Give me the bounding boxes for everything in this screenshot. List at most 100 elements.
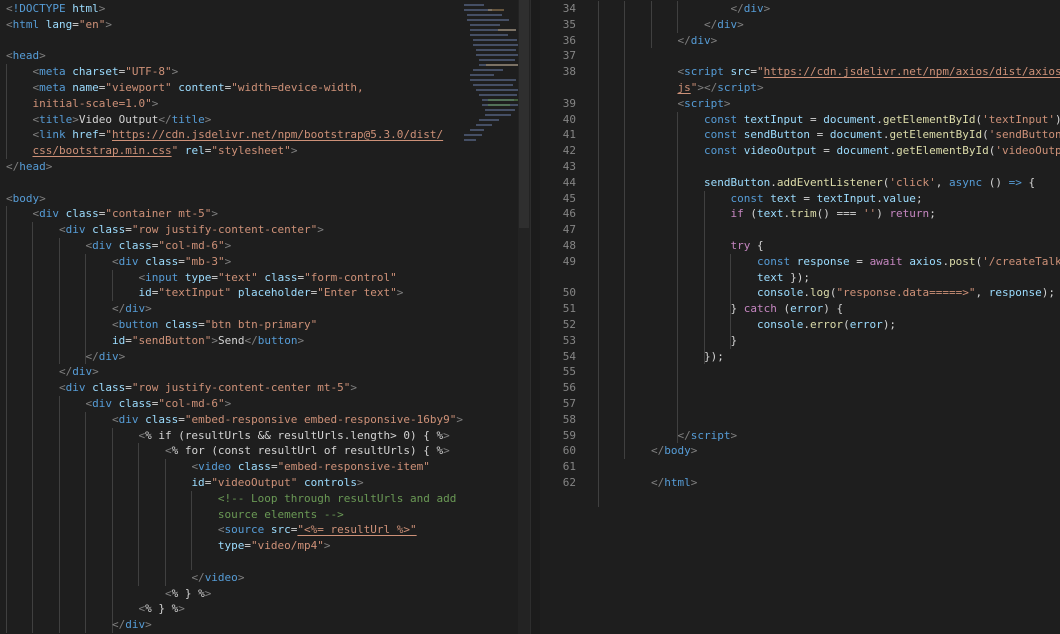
code-token: </ [650, 444, 665, 458]
code-line: <source src="<%= resultUrl %>" [6, 522, 417, 538]
code-token: href [72, 128, 99, 142]
code-token: </ [191, 570, 205, 584]
line-number: 55 [562, 365, 576, 379]
code-token: > [98, 2, 106, 15]
code-token: = [750, 65, 757, 79]
code-token: > [45, 160, 53, 173]
code-token: "sendButton" [131, 333, 212, 347]
code-token: </ [85, 349, 99, 363]
code-token: id [138, 286, 152, 300]
code-token: "Enter text" [317, 286, 397, 300]
code-token: https://cdn.jsdelivr.net/npm/bootstrap@5… [112, 128, 444, 142]
line-number [540, 270, 576, 286]
code-token: % } % [145, 602, 179, 616]
code-line: sendButton.addEventListener('click', asy… [598, 175, 1035, 191]
code-line: initial-scale=1.0"> [6, 96, 158, 112]
line-number: 34 [562, 2, 576, 15]
code-token: }); [783, 270, 810, 284]
code-token: div [65, 381, 86, 395]
code-token: "mb-3" [184, 254, 225, 268]
code-token: class [118, 397, 152, 410]
code-token: = [270, 460, 278, 474]
left-editor-pane[interactable]: <!DOCTYPE html> <html lang="en"> <head> <m… [0, 0, 530, 634]
code-token: async [949, 175, 983, 189]
code-token: controls [304, 476, 358, 489]
code-token: = [125, 333, 132, 347]
right-editor-pane[interactable]: 34 </div> 35 </div> 36 </div> 37 38 <script … [540, 0, 1060, 634]
line-number: 45 [562, 191, 576, 205]
code-line: <div class="embed-responsive embed-respo… [6, 412, 463, 428]
code-line: } [598, 333, 737, 349]
code-line: <meta name="viewport" content="width=dev… [6, 80, 364, 96]
line-number: 62 [562, 476, 576, 489]
code-token: body [12, 191, 40, 205]
code-token: . [803, 286, 810, 300]
line-number: 49 [562, 254, 576, 268]
code-token: textInput [743, 112, 804, 126]
code-token: < [58, 223, 66, 237]
code-token: html [72, 2, 99, 15]
code-token: , [935, 175, 950, 189]
code-token: if [730, 207, 744, 221]
line-number: 60 [562, 444, 576, 458]
code-token: document [823, 112, 877, 126]
code-line: <script> [598, 96, 730, 112]
scrollbar-thumb[interactable] [519, 0, 529, 228]
code-token: > [323, 539, 331, 553]
code-line: <head> [6, 48, 46, 64]
code-line: </div> [6, 349, 125, 365]
code-line: </div> [6, 301, 152, 317]
code-line: text }); [598, 270, 810, 286]
line-number: 46 [562, 207, 576, 221]
line-number: 39 [562, 96, 576, 110]
vertical-scrollbar[interactable] [518, 0, 530, 634]
code-token: > [204, 112, 212, 126]
code-line: </html> [598, 475, 697, 491]
code-line: const videoOutput = document.getElementB… [598, 143, 1060, 159]
code-token: < [6, 2, 13, 15]
code-token: getElementById [882, 112, 976, 126]
code-line: <div class="col-md-6"> [6, 238, 231, 254]
code-token: js [677, 81, 691, 94]
code-line: id="sendButton">Send</button> [6, 333, 304, 349]
code-line: <div class="col-md-6"> [6, 396, 231, 412]
code-token: text [756, 207, 784, 221]
code-line: id="videoOutput" controls> [6, 475, 363, 491]
line-number: 47 [562, 223, 576, 237]
code-token: document [829, 128, 883, 142]
code-token: ) [876, 207, 890, 221]
code-token: div [98, 349, 119, 363]
code-token: div [125, 618, 146, 632]
code-token: title [171, 112, 205, 126]
code-token: initial-scale=1.0" [6, 96, 152, 110]
code-line: <input type="text" class="form-control" [6, 270, 396, 286]
code-token: . [876, 112, 883, 126]
code-token: class [65, 207, 99, 221]
code-token: ( [776, 302, 791, 316]
code-line: <link href="https://cdn.jsdelivr.net/npm… [6, 127, 444, 143]
code-token: = [849, 254, 870, 268]
code-line: <!DOCTYPE html> [6, 1, 105, 17]
line-number: 57 [562, 397, 576, 410]
code-token: const [703, 144, 738, 158]
code-token: https://cdn.jsdelivr.net/npm/axios/dist/… [763, 65, 1060, 79]
